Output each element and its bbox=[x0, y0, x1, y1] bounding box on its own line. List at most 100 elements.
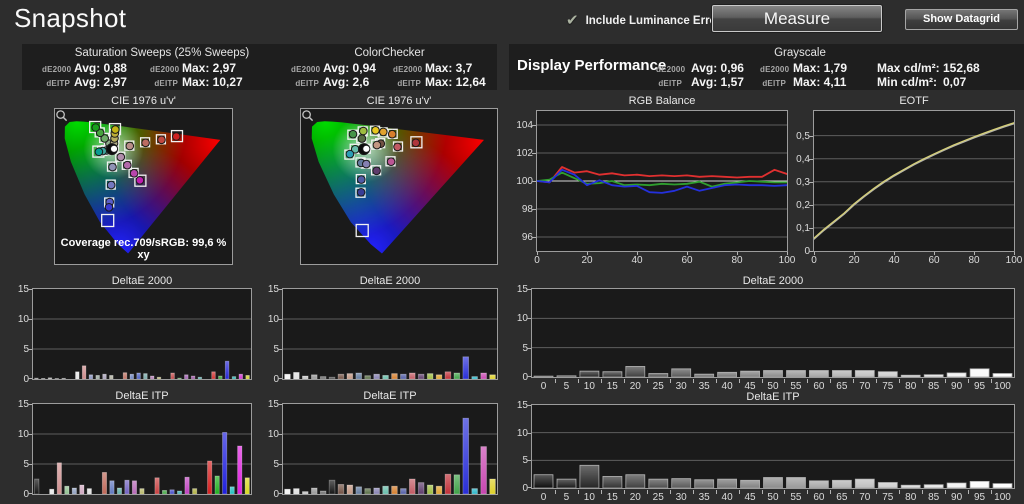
stat-value: Avg: 1,57 bbox=[691, 75, 744, 89]
tick-mark bbox=[278, 434, 282, 435]
tick-mark bbox=[809, 227, 813, 229]
coverage-label: Coverage rec.709/sRGB: 99,6 % xy bbox=[60, 237, 227, 261]
stat-value: Avg: 2,6 bbox=[323, 75, 370, 89]
tick-mark bbox=[278, 289, 282, 290]
tick-mark bbox=[899, 490, 901, 494]
tick-mark bbox=[853, 379, 855, 383]
section-title: Grayscale bbox=[774, 47, 826, 59]
tick-mark bbox=[28, 493, 32, 494]
stat-value: 152,68 bbox=[943, 61, 980, 75]
y-tick-label: 5 bbox=[23, 459, 29, 470]
y-tick-label: 15 bbox=[17, 399, 29, 410]
grayscale-deitp-chart: DeltaE ITP 0 5 10 15 0 5 10 15 20 25 30 35 40 45 50 55 6… bbox=[507, 391, 1021, 504]
x-tick-label: 65 bbox=[836, 492, 848, 503]
tick-mark bbox=[600, 490, 602, 494]
stat-value: Max: 2,97 bbox=[182, 61, 237, 75]
tick-mark bbox=[28, 404, 32, 405]
tick-mark bbox=[646, 490, 648, 494]
tick-mark bbox=[527, 432, 531, 434]
x-tick-label: 70 bbox=[859, 492, 871, 503]
y-tick-label: 5 bbox=[522, 342, 528, 354]
tick-mark bbox=[28, 319, 32, 320]
tick-mark bbox=[669, 490, 671, 494]
y-tick-label: 10 bbox=[516, 427, 528, 439]
tick-mark bbox=[532, 125, 536, 126]
x-tick-label: 10 bbox=[583, 492, 595, 503]
y-tick-label: 0,2 bbox=[796, 199, 810, 211]
zoom-icon[interactable] bbox=[55, 109, 68, 122]
saturation-deitp-chart: DeltaE ITP 0 5 10 15 bbox=[8, 390, 258, 502]
bar-plot bbox=[531, 404, 1015, 489]
tick-mark bbox=[527, 487, 531, 488]
tick-mark bbox=[278, 378, 282, 379]
tick-mark bbox=[600, 379, 602, 383]
x-tick-label: 55 bbox=[790, 492, 802, 503]
rgb-balance-chart: RGB Balance 96 98 100 102 104 0 20 40 60 80 100 bbox=[508, 95, 800, 267]
stat-label: dE2000 bbox=[42, 65, 72, 74]
x-tick-label: 20 bbox=[581, 255, 593, 266]
chart-title: DeltaE ITP bbox=[115, 390, 169, 402]
show-datagrid-button[interactable]: Show Datagrid bbox=[905, 9, 1018, 30]
stat-label: dEITP bbox=[295, 79, 319, 88]
bar-plot bbox=[282, 403, 498, 495]
stat-value: Avg: 0,88 bbox=[74, 61, 127, 75]
x-tick-label: 40 bbox=[888, 255, 900, 266]
tick-mark bbox=[577, 379, 579, 383]
summary-panel-left: Saturation Sweeps (25% Sweeps) dE2000 Av… bbox=[22, 44, 497, 90]
tick-mark bbox=[646, 379, 648, 383]
tick-mark bbox=[637, 252, 638, 255]
y-tick-label: 0,1 bbox=[796, 222, 810, 234]
x-tick-label: 60 bbox=[813, 492, 825, 503]
x-tick-label: 45 bbox=[744, 492, 756, 503]
tick-mark bbox=[532, 209, 536, 210]
tick-mark bbox=[807, 379, 809, 383]
y-tick-label: 100 bbox=[516, 176, 533, 187]
tick-mark bbox=[28, 434, 32, 435]
chart-title: CIE 1976 u'v' bbox=[366, 95, 432, 107]
tick-mark bbox=[278, 319, 282, 320]
stat-label: dEITP bbox=[46, 79, 70, 88]
tick-mark bbox=[809, 135, 813, 137]
tick-mark bbox=[968, 490, 970, 494]
x-tick-label: 35 bbox=[698, 492, 710, 503]
chart-canvas bbox=[33, 318, 251, 379]
x-tick-label: 100 bbox=[994, 492, 1011, 503]
y-tick-label: 15 bbox=[516, 400, 528, 411]
bar-plot bbox=[32, 403, 252, 495]
tick-mark bbox=[761, 490, 763, 494]
checkmark-icon: ✔ bbox=[566, 12, 579, 29]
chart-canvas bbox=[532, 317, 1014, 377]
chart-title: EOTF bbox=[899, 95, 929, 107]
section-title: Saturation Sweeps (25% Sweeps) bbox=[74, 47, 250, 59]
tick-mark bbox=[527, 347, 531, 349]
chart-title: DeltaE 2000 bbox=[111, 275, 173, 287]
tick-mark bbox=[809, 251, 813, 252]
tick-mark bbox=[854, 252, 855, 255]
x-tick-label: 30 bbox=[675, 492, 687, 503]
y-tick-label: 15 bbox=[267, 284, 279, 295]
y-tick-label: 98 bbox=[521, 204, 533, 215]
cie-chart-saturation: CIE 1976 u'v' Coverage rec.709/sRGB: 99,… bbox=[30, 95, 260, 267]
stat-value: Avg: 0,94 bbox=[323, 61, 376, 75]
stat-label: dEITP bbox=[154, 79, 178, 88]
y-tick-label: 5 bbox=[273, 344, 279, 355]
bar-plot bbox=[531, 288, 1015, 378]
stat-label: dEITP bbox=[658, 79, 682, 88]
tick-mark bbox=[527, 405, 531, 406]
zoom-icon[interactable] bbox=[301, 109, 314, 122]
x-tick-label: 20 bbox=[848, 255, 860, 266]
tick-mark bbox=[623, 379, 625, 383]
measure-button[interactable]: Measure bbox=[712, 5, 882, 32]
tick-mark bbox=[278, 464, 282, 465]
tick-mark bbox=[537, 252, 538, 255]
include-luminance-error-checkbox[interactable]: ✔ Include Luminance Error bbox=[566, 13, 721, 28]
tick-mark bbox=[527, 376, 531, 377]
tick-mark bbox=[934, 252, 935, 255]
tick-mark bbox=[784, 379, 786, 383]
chart-title: DeltaE 2000 bbox=[359, 275, 421, 287]
tick-mark bbox=[809, 181, 813, 183]
stat-label: Min cd/m²: bbox=[877, 75, 937, 89]
y-tick-label: 0,4 bbox=[796, 153, 810, 165]
tick-mark bbox=[737, 252, 738, 255]
x-tick-label: 60 bbox=[928, 255, 940, 266]
